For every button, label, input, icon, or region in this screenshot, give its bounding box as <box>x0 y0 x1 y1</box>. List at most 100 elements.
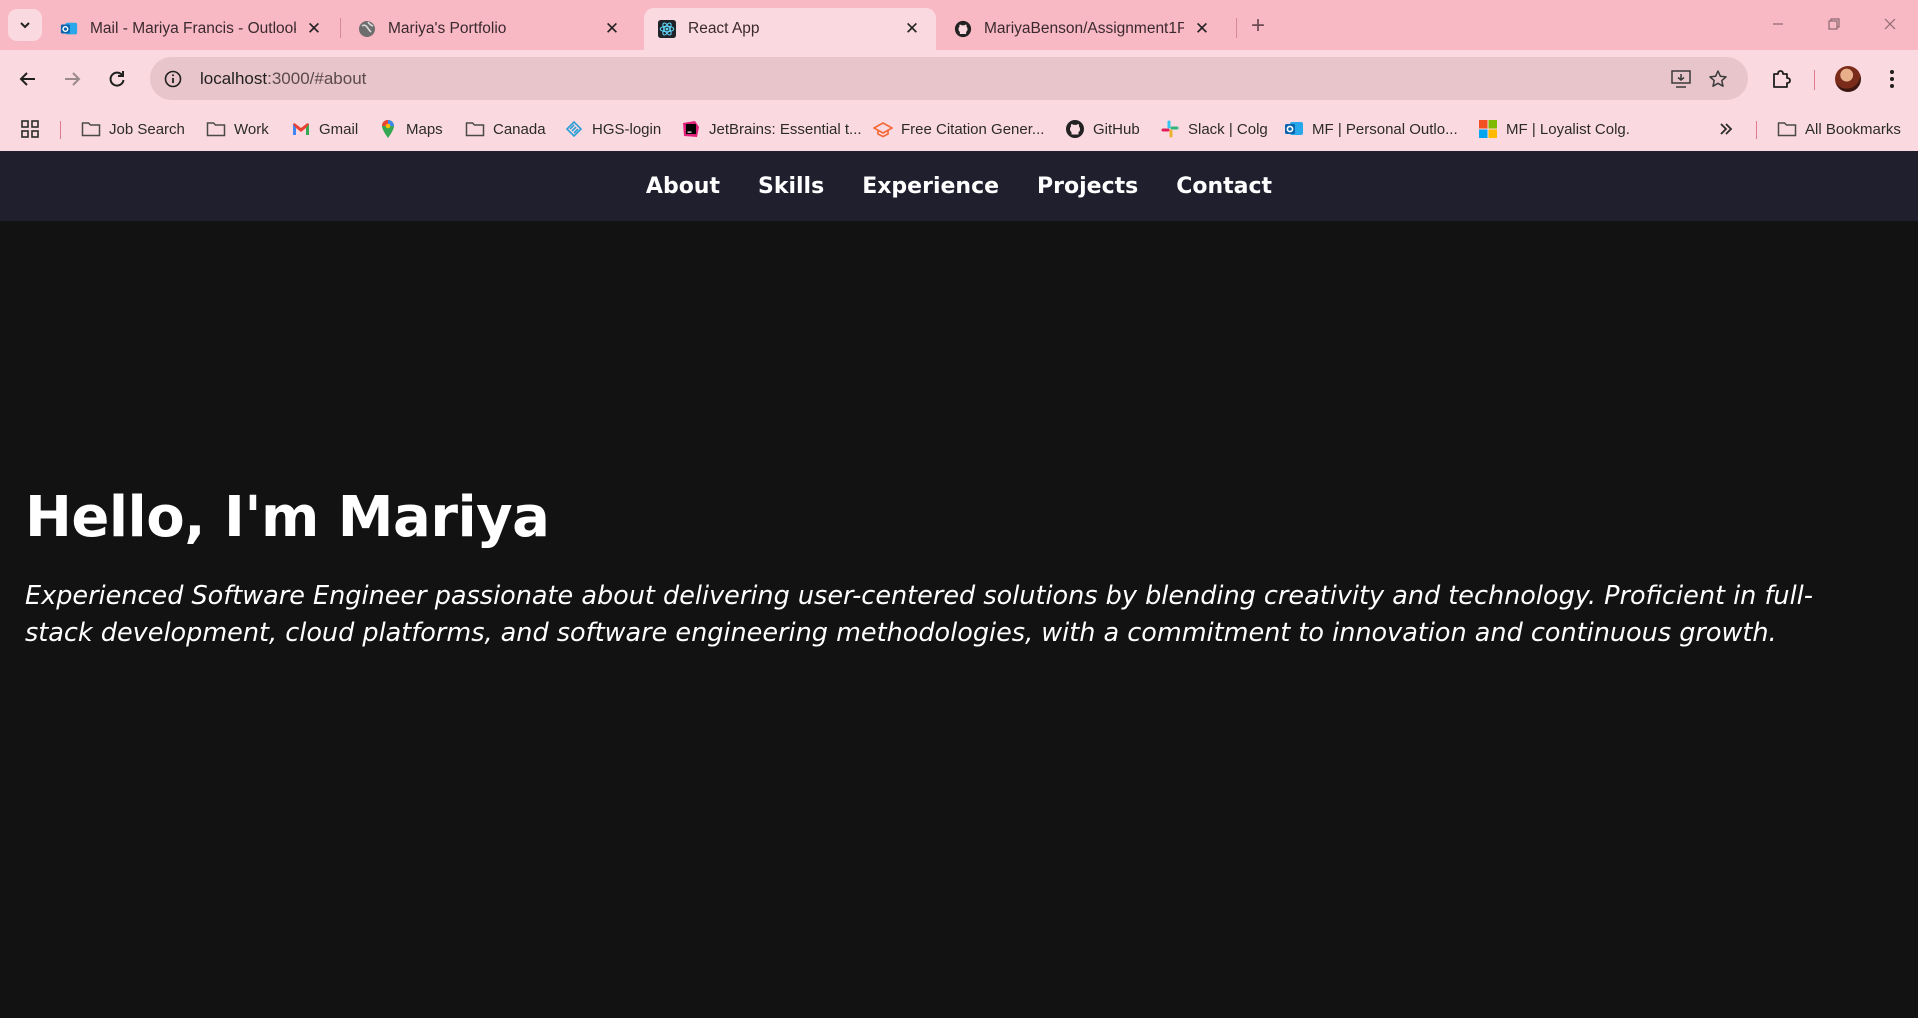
hgs-icon <box>564 119 584 139</box>
plus-icon: + <box>1250 12 1265 39</box>
bookmark-mf-personal-outlook[interactable]: MF | Personal Outlo... <box>1284 116 1458 142</box>
bookmarks-divider <box>1756 121 1757 139</box>
github-icon <box>1065 119 1085 139</box>
minimize-button[interactable] <box>1758 10 1798 38</box>
back-button[interactable] <box>10 61 46 97</box>
tab-divider <box>340 18 341 38</box>
apps-button[interactable] <box>20 116 40 142</box>
arrow-left-icon <box>19 72 35 86</box>
bookmark-label: Work <box>234 120 269 138</box>
nav-link-projects[interactable]: Projects <box>1037 174 1138 199</box>
profile-button[interactable] <box>1830 61 1866 97</box>
browser-toolbar: localhost:3000/#about <box>0 50 1918 108</box>
gmail-icon <box>291 119 311 139</box>
bookmark-label: Gmail <box>319 120 359 138</box>
avatar <box>1835 66 1861 92</box>
folder-icon <box>1777 119 1797 139</box>
tab-search-button[interactable] <box>8 9 42 41</box>
window-close-button[interactable] <box>1870 10 1910 38</box>
bookmark-label: HGS-login <box>592 120 662 138</box>
bookmark-slack[interactable]: Slack | Colg <box>1160 116 1268 142</box>
slack-icon <box>1160 119 1180 139</box>
maps-icon <box>378 119 398 139</box>
nav-link-skills[interactable]: Skills <box>758 174 824 199</box>
jetbrains-icon <box>681 119 701 139</box>
folder-icon <box>81 119 101 139</box>
puzzle-icon <box>1773 70 1791 88</box>
site-navbar: About Skills Experience Projects Contact <box>0 151 1918 221</box>
bookmark-label: Job Search <box>109 120 185 138</box>
bookmark-maps[interactable]: Maps <box>378 116 443 142</box>
tab-outlook-mail[interactable]: Mail - Mariya Francis - Outlook ✕ <box>46 8 338 50</box>
bookmark-canada[interactable]: Canada <box>465 116 546 142</box>
github-icon <box>954 20 972 38</box>
chevron-double-right-icon <box>1720 123 1733 135</box>
bookmark-github[interactable]: GitHub <box>1065 116 1140 142</box>
bookmarks-bar: Job Search Work Gmail Maps Canada HGS-lo… <box>0 108 1918 151</box>
toolbar-divider <box>1814 70 1815 90</box>
microsoft-icon <box>1478 119 1498 139</box>
apps-grid-icon <box>21 120 39 138</box>
close-icon[interactable]: ✕ <box>602 19 622 39</box>
close-icon[interactable]: ✕ <box>304 19 324 39</box>
bookmark-gmail[interactable]: Gmail <box>291 116 358 142</box>
tab-title: MariyaBenson/Assignment1Portfolio <box>984 20 1184 37</box>
bookmark-label: Free Citation Gener... <box>901 120 1045 138</box>
outlook-icon <box>60 20 78 38</box>
react-icon <box>658 20 676 38</box>
bookmark-label: MF | Loyalist Colg. <box>1506 120 1630 138</box>
bookmark-label: Slack | Colg <box>1188 120 1268 138</box>
bookmark-hgs-login[interactable]: HGS-login <box>564 116 661 142</box>
tab-title: React App <box>688 20 760 37</box>
tab-react-app[interactable]: React App ✕ <box>644 8 936 50</box>
new-tab-button[interactable]: + <box>1244 12 1272 40</box>
url-text: localhost:3000/#about <box>200 69 366 89</box>
hero-intro: Experienced Software Engineer passionate… <box>25 581 1813 648</box>
more-vertical-icon <box>1890 70 1894 88</box>
bookmark-mf-loyalist[interactable]: MF | Loyalist Colg. <box>1478 116 1630 142</box>
url-host: localhost <box>200 68 268 88</box>
minimize-icon <box>1773 23 1783 25</box>
all-bookmarks-button[interactable]: All Bookmarks <box>1777 116 1901 142</box>
bookmark-star-icon[interactable] <box>1703 64 1733 94</box>
nav-link-about[interactable]: About <box>646 174 720 199</box>
browser-chrome: Mail - Mariya Francis - Outlook ✕ Mariya… <box>0 0 1918 151</box>
tab-strip: Mail - Mariya Francis - Outlook ✕ Mariya… <box>0 0 1918 50</box>
reload-icon <box>109 71 125 87</box>
bookmark-label: Maps <box>406 120 443 138</box>
bookmark-free-citation[interactable]: Free Citation Gener... <box>873 116 1044 142</box>
forward-button[interactable] <box>54 61 90 97</box>
install-app-icon[interactable] <box>1666 64 1696 94</box>
globe-icon <box>358 20 376 38</box>
nav-link-contact[interactable]: Contact <box>1176 174 1272 199</box>
tab-portfolio[interactable]: Mariya's Portfolio ✕ <box>344 8 636 50</box>
bookmark-jetbrains[interactable]: JetBrains: Essential t... <box>681 116 862 142</box>
folder-icon <box>465 119 485 139</box>
folder-icon <box>206 119 226 139</box>
close-icon[interactable]: ✕ <box>1192 19 1212 39</box>
browser-menu-button[interactable] <box>1874 61 1910 97</box>
citation-icon <box>873 119 893 139</box>
address-bar[interactable]: localhost:3000/#about <box>150 57 1748 100</box>
bookmark-work[interactable]: Work <box>206 116 269 142</box>
about-section: Hello, I'm Mariya Experienced Software E… <box>25 478 1875 652</box>
bookmark-job-search[interactable]: Job Search <box>81 116 185 142</box>
tab-title: Mariya's Portfolio <box>388 20 507 37</box>
more-bookmarks-button[interactable] <box>1718 116 1734 142</box>
extensions-button[interactable] <box>1763 61 1799 97</box>
close-icon <box>1884 18 1896 30</box>
restore-button[interactable] <box>1814 10 1854 38</box>
bookmark-label: MF | Personal Outlo... <box>1312 120 1458 138</box>
close-icon[interactable]: ✕ <box>902 19 922 39</box>
nav-link-experience[interactable]: Experience <box>862 174 999 199</box>
url-path: :3000/#about <box>267 68 367 88</box>
bookmark-label: Canada <box>493 120 546 138</box>
outlook-icon <box>1284 119 1304 139</box>
site-info-icon[interactable] <box>162 68 184 90</box>
bookmark-label: JetBrains: Essential t... <box>709 120 862 138</box>
tab-github-repo[interactable]: MariyaBenson/Assignment1Portfolio ✕ <box>940 8 1226 50</box>
reload-button[interactable] <box>99 61 135 97</box>
tab-title: Mail - Mariya Francis - Outlook <box>90 20 296 37</box>
chevron-down-icon <box>20 22 30 29</box>
bookmark-label: All Bookmarks <box>1805 120 1901 138</box>
